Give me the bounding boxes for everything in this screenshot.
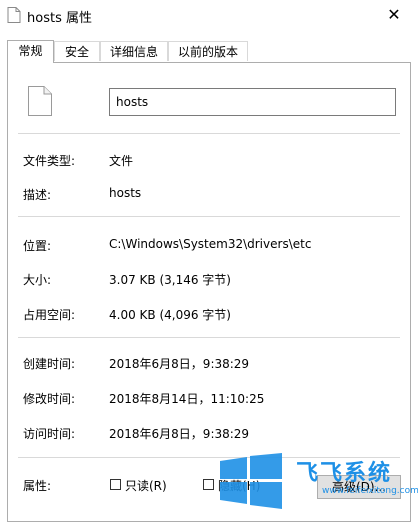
tab-general[interactable]: 常规: [7, 40, 54, 63]
separator: [18, 133, 400, 134]
description-label: 描述:: [23, 188, 52, 202]
size-value: 3.07 KB (3,146 字节): [109, 273, 231, 287]
close-icon[interactable]: ✕: [380, 3, 408, 27]
hidden-checkbox-label[interactable]: 隐藏(H): [218, 477, 260, 494]
separator: [18, 337, 400, 338]
tab-strip: 常规 安全 详细信息 以前的版本: [7, 40, 411, 63]
file-type-label: 文件类型:: [23, 154, 76, 168]
tab-previous-versions[interactable]: 以前的版本: [168, 41, 248, 61]
modified-label: 修改时间:: [23, 392, 76, 406]
window-title: hosts 属性: [27, 11, 92, 26]
readonly-checkbox[interactable]: [110, 479, 121, 490]
size-on-disk-value: 4.00 KB (4,096 字节): [109, 308, 231, 322]
file-type-value: 文件: [109, 154, 134, 168]
location-value: C:\Windows\System32\drivers\etc: [109, 237, 312, 251]
description-value: hosts: [109, 186, 142, 200]
attributes-row: 属性: 只读(R) 隐藏(H) 高级(D)...: [8, 475, 412, 499]
hidden-checkbox[interactable]: [203, 479, 214, 490]
separator: [18, 216, 400, 217]
readonly-checkbox-label[interactable]: 只读(R): [125, 477, 167, 494]
created-label: 创建时间:: [23, 357, 76, 371]
tab-details[interactable]: 详细信息: [100, 41, 168, 61]
general-panel: 文件类型: 文件 描述: hosts 位置: C:\Windows\System…: [7, 62, 411, 522]
size-label: 大小:: [23, 273, 52, 287]
attributes-label: 属性:: [23, 479, 52, 493]
title-bar: hosts 属性 ✕: [0, 0, 418, 31]
file-icon: [7, 7, 21, 23]
tab-security[interactable]: 安全: [54, 41, 100, 61]
modified-value: 2018年8月14日，11:10:25: [109, 392, 265, 406]
document-icon: [28, 86, 52, 116]
location-label: 位置:: [23, 239, 52, 253]
filename-input[interactable]: [109, 88, 396, 116]
accessed-label: 访问时间:: [23, 427, 76, 441]
separator: [18, 457, 400, 458]
size-on-disk-label: 占用空间:: [23, 308, 76, 322]
accessed-value: 2018年6月8日，9:38:29: [109, 427, 250, 441]
created-value: 2018年6月8日，9:38:29: [109, 357, 250, 371]
advanced-button[interactable]: 高级(D)...: [317, 475, 401, 499]
